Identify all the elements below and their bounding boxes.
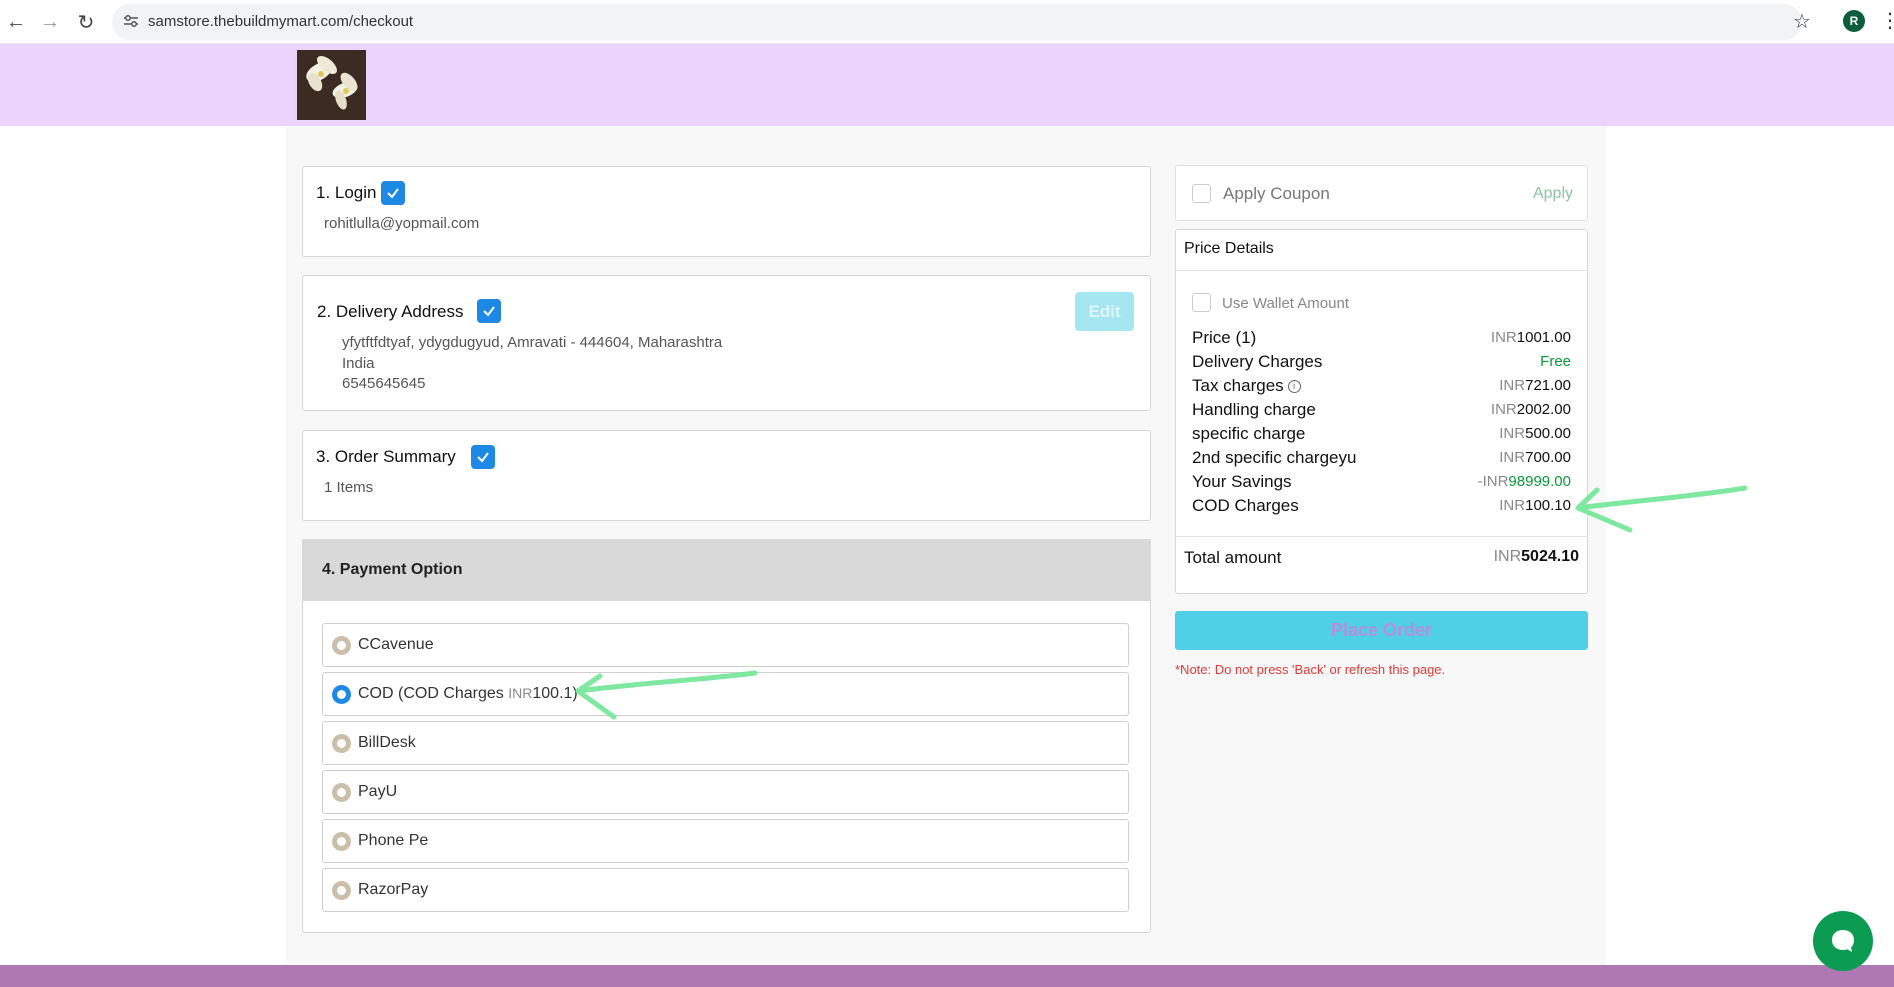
- payment-option-payu[interactable]: PayU: [322, 770, 1129, 814]
- radio-button[interactable]: [332, 734, 351, 753]
- price-row-label: 2nd specific chargeyu: [1192, 448, 1357, 467]
- price-row-value: INR700.00: [1499, 449, 1571, 466]
- address-step-title: 2. Delivery Address: [317, 302, 464, 321]
- edit-address-button[interactable]: Edit: [1075, 292, 1134, 331]
- browser-toolbar: ← → ↻ samstore.thebuildmymart.com/checko…: [0, 0, 1894, 44]
- login-step-card: [302, 166, 1151, 257]
- flower-logo-image: [297, 50, 366, 120]
- browser-menu-icon[interactable]: ⋮: [1880, 8, 1894, 33]
- profile-avatar[interactable]: R: [1843, 10, 1865, 32]
- place-order-button[interactable]: Place Order: [1175, 611, 1588, 650]
- divider: [1176, 270, 1587, 271]
- cod-amount: 100.1: [532, 685, 573, 702]
- login-step-title: 1. Login: [316, 183, 377, 202]
- store-logo[interactable]: [297, 50, 366, 120]
- radio-button[interactable]: [332, 832, 351, 851]
- order-summary-check-icon: [471, 445, 495, 469]
- radio-button[interactable]: [332, 783, 351, 802]
- price-row-label: Your Savings: [1192, 472, 1292, 491]
- footer-bar: [0, 965, 1894, 987]
- reload-icon[interactable]: ↻: [72, 8, 100, 36]
- payment-option-cod[interactable]: COD (COD Charges INR100.1): [322, 672, 1129, 716]
- back-icon[interactable]: ←: [2, 8, 30, 36]
- address-phone: 6545645645: [342, 375, 426, 392]
- total-amount-label: Total amount: [1184, 548, 1282, 567]
- payment-option-label: COD (COD Charges INR100.1): [358, 685, 578, 703]
- price-details-title: Price Details: [1184, 240, 1274, 257]
- address-check-icon: [477, 299, 501, 323]
- login-email: rohitlulla@yopmail.com: [324, 215, 480, 232]
- price-row-label: Handling charge: [1192, 400, 1316, 419]
- payment-option-label: PayU: [358, 783, 398, 800]
- radio-button[interactable]: [332, 881, 351, 900]
- radio-button[interactable]: [332, 636, 351, 655]
- order-item-count: 1 Items: [324, 479, 374, 496]
- divider: [1176, 536, 1587, 537]
- forward-icon[interactable]: →: [36, 8, 64, 36]
- store-header: [0, 44, 1894, 126]
- price-row-value: INR1001.00: [1490, 329, 1571, 346]
- payment-option-label: CCavenue: [358, 636, 434, 653]
- checkout-note: *Note: Do not press 'Back' or refresh th…: [1175, 662, 1446, 677]
- cod-label-suffix: ): [572, 685, 578, 702]
- payment-option-label: BillDesk: [358, 734, 416, 751]
- price-row-label: Delivery Charges: [1192, 352, 1323, 371]
- use-wallet-checkbox[interactable]: [1192, 293, 1211, 312]
- apply-coupon-label: Apply Coupon: [1223, 184, 1330, 203]
- bookmark-star-icon[interactable]: ☆: [1793, 9, 1811, 34]
- address-line: yfytftfdtyaf, ydygdugyud, Amravati - 444…: [342, 334, 723, 351]
- price-row-value: INR721.00: [1499, 377, 1571, 394]
- payment-step-title: 4. Payment Option: [322, 561, 463, 578]
- cod-currency: INR: [508, 685, 533, 701]
- url-text[interactable]: samstore.thebuildmymart.com/checkout: [148, 13, 413, 30]
- coupon-icon: [1192, 184, 1211, 203]
- price-row-label: COD Charges: [1192, 496, 1299, 515]
- cod-label-text: COD (COD Charges: [358, 685, 509, 702]
- use-wallet-label[interactable]: Use Wallet Amount: [1222, 295, 1349, 312]
- info-icon[interactable]: i: [1287, 380, 1301, 394]
- login-check-icon: [381, 181, 405, 205]
- radio-button-selected[interactable]: [332, 685, 351, 704]
- payment-option-razorpay[interactable]: RazorPay: [322, 868, 1129, 912]
- price-row-value: INR2002.00: [1490, 401, 1571, 418]
- total-amount-value: INR5024.10: [1493, 548, 1579, 565]
- apply-coupon-button[interactable]: Apply: [1533, 185, 1573, 203]
- order-summary-step-title: 3. Order Summary: [316, 447, 456, 466]
- payment-option-label: RazorPay: [358, 881, 429, 898]
- chat-button[interactable]: [1813, 911, 1873, 971]
- chat-bubble-icon: [1832, 930, 1854, 952]
- order-summary-step-card: [302, 430, 1151, 521]
- price-row-label: specific charge: [1192, 424, 1306, 443]
- payment-option-billdesk[interactable]: BillDesk: [322, 721, 1129, 765]
- price-row-label: Tax charges i: [1192, 376, 1301, 396]
- price-row-label: Price (1): [1192, 328, 1257, 347]
- payment-option-label: Phone Pe: [358, 832, 429, 849]
- delivery-charges-value: Free: [1540, 353, 1571, 370]
- price-row-value: INR500.00: [1499, 425, 1571, 442]
- payment-option-ccavenue[interactable]: CCavenue: [322, 623, 1129, 667]
- savings-value: -INR98999.00: [1477, 473, 1571, 490]
- payment-option-phonepe[interactable]: Phone Pe: [322, 819, 1129, 863]
- site-settings-icon[interactable]: [122, 12, 140, 30]
- cod-charges-value: INR100.10: [1499, 497, 1571, 514]
- address-country: India: [342, 355, 375, 372]
- apply-coupon-box[interactable]: Apply Coupon Apply: [1175, 165, 1588, 221]
